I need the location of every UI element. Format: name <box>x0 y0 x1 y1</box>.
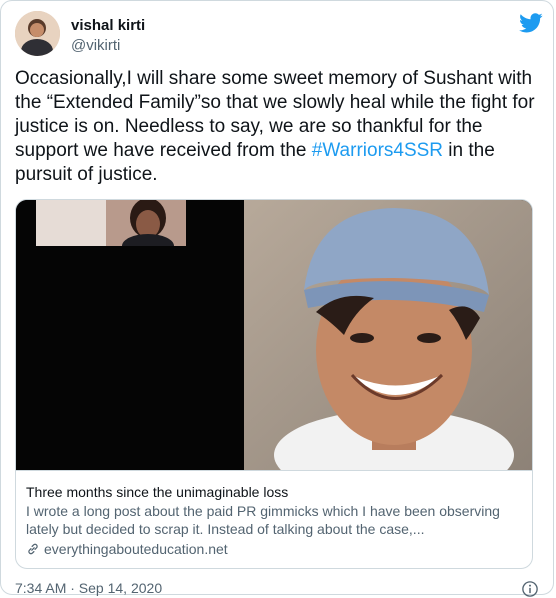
link-card-title: Three months since the unimaginable loss <box>26 484 289 500</box>
author-name[interactable]: vishal kirti <box>71 17 145 34</box>
avatar-image <box>15 11 60 56</box>
link-card-meta: Three months since the unimaginable loss… <box>16 470 532 568</box>
tweet-timestamp[interactable]: 7:34 AM · Sep 14, 2020 <box>15 580 162 596</box>
link-card-domain: everythingabouteducation.net <box>44 541 228 557</box>
twitter-bird-icon[interactable] <box>519 11 543 35</box>
author-avatar[interactable] <box>15 11 60 56</box>
link-card-image <box>16 200 532 470</box>
link-icon <box>28 543 38 555</box>
tweet-header: vishal kirti @vikirti <box>15 11 543 59</box>
tweet-text: Occasionally,I will share some sweet mem… <box>15 67 545 187</box>
pip-image <box>36 200 186 246</box>
link-card-domain-row: everythingabouteducation.net <box>26 540 522 558</box>
hashtag-link[interactable]: #Warriors4SSR <box>312 140 443 161</box>
author-handle[interactable]: @vikirti <box>71 37 120 54</box>
link-card-description: I wrote a long post about the paid PR gi… <box>26 503 500 537</box>
info-icon[interactable] <box>521 580 539 598</box>
pip-thumbnail <box>36 200 186 246</box>
link-preview-card[interactable]: Three months since the unimaginable loss… <box>15 199 533 569</box>
main-video-image <box>244 200 532 470</box>
video-call-main-panel <box>244 200 532 470</box>
video-call-left-panel <box>16 200 244 470</box>
tweet-card: vishal kirti @vikirti Occasionally,I wil… <box>0 0 554 598</box>
